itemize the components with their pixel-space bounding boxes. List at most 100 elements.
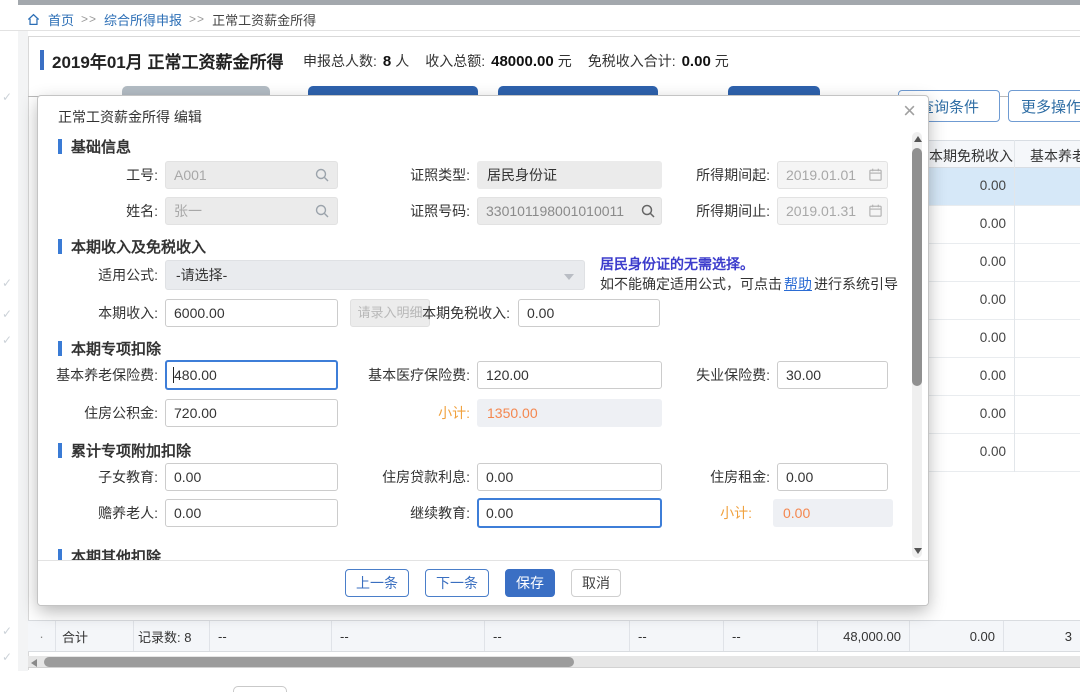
help-link[interactable]: 帮助 <box>784 276 812 292</box>
table-row[interactable]: 0.00 <box>928 168 1080 206</box>
prev-record-button[interactable]: 上一条 <box>345 569 409 597</box>
side-tick: ✓ <box>2 307 12 321</box>
loan-interest-field[interactable] <box>477 463 662 491</box>
scroll-down-arrow-icon[interactable] <box>914 548 922 554</box>
title-accent-bar <box>40 50 44 70</box>
cont-edu-field[interactable] <box>477 498 662 528</box>
pension-field[interactable] <box>165 360 338 390</box>
housing-fund-field[interactable] <box>165 399 338 427</box>
section-additional-deductions: 累计专项附加扣除 <box>58 440 191 461</box>
totals-cell: -- <box>485 621 630 651</box>
child-edu-field[interactable] <box>165 463 338 491</box>
side-tick: ✓ <box>2 276 12 290</box>
table-row[interactable]: 0.00 <box>928 396 1080 434</box>
column-header-pension: 基本养老保 <box>1030 146 1080 166</box>
emp-no-label: 工号: <box>48 160 158 190</box>
stat-label: 免税收入合计: <box>588 51 676 71</box>
rent-field[interactable] <box>777 463 888 491</box>
totals-cell-income-total: 48,000.00 <box>818 621 910 651</box>
page-title: 2019年01月 正常工资薪金所得 <box>52 48 283 73</box>
search-icon[interactable] <box>314 203 330 219</box>
medical-field[interactable] <box>477 361 662 389</box>
text-cursor <box>173 367 174 383</box>
subtotal-label: 小计: <box>692 498 752 528</box>
id-type-value: 居民身份证 <box>477 161 662 189</box>
table-row[interactable]: 0.00 <box>928 206 1080 244</box>
income-field[interactable] <box>165 299 338 327</box>
tab-hidden[interactable] <box>728 86 820 96</box>
elderly-field[interactable] <box>165 499 338 527</box>
table-row[interactable]: 0.00 <box>928 320 1080 358</box>
dialog-title: 正常工资薪金所得 编辑 <box>58 107 202 127</box>
scroll-up-arrow-icon[interactable] <box>914 136 922 142</box>
table-row[interactable]: 0.00 <box>928 358 1080 396</box>
table-row[interactable]: 0.00 <box>928 282 1080 320</box>
left-strip <box>18 31 28 671</box>
close-icon[interactable]: × <box>903 100 916 122</box>
id-type-label: 证照类型: <box>360 160 470 190</box>
stat-unit: 人 <box>395 51 409 71</box>
modal-scrollbar-thumb[interactable] <box>912 148 922 386</box>
breadcrumb-level2[interactable]: 综合所得申报 <box>104 10 182 29</box>
formula-select[interactable]: -请选择- <box>165 260 585 290</box>
tab-hidden[interactable] <box>122 86 270 96</box>
breadcrumb-current: 正常工资薪金所得 <box>212 10 316 29</box>
breadcrumb-divider <box>0 30 1080 31</box>
dialog-footer: 上一条 下一条 保存 取消 <box>38 560 928 605</box>
chevron-down-icon <box>564 274 574 280</box>
table-row[interactable]: 0.00 <box>928 434 1080 472</box>
top-grey-bar <box>18 0 1080 5</box>
section-accent-bar <box>58 139 62 154</box>
deduction-subtotal-value: 1350.00 <box>477 399 662 427</box>
totals-cell-taxfree-total: 0.00 <box>910 621 1004 651</box>
save-button[interactable]: 保存 <box>505 569 555 597</box>
table-row[interactable]: 0.00 <box>928 244 1080 282</box>
income-label: 本期收入: <box>48 298 158 328</box>
search-icon[interactable] <box>640 203 656 219</box>
horizontal-scrollbar-thumb[interactable] <box>44 657 574 667</box>
breadcrumb-home[interactable]: 首页 <box>48 10 74 29</box>
housing-fund-label: 住房公积金: <box>48 398 158 428</box>
table-header: 本期免税收入 基本养老保 <box>928 140 1080 168</box>
additional-subtotal-value: 0.00 <box>773 499 893 527</box>
totals-cell: -- <box>210 621 332 651</box>
side-tick: ✓ <box>2 624 12 638</box>
emp-no-field[interactable] <box>165 161 338 189</box>
search-icon[interactable] <box>314 167 330 183</box>
unemployment-field[interactable] <box>777 361 888 389</box>
id-no-field[interactable] <box>477 197 662 225</box>
calendar-icon[interactable] <box>868 167 884 183</box>
pagination-button-partial[interactable] <box>233 686 287 692</box>
stat-unit: 元 <box>715 51 729 71</box>
side-tick: ✓ <box>2 650 12 664</box>
child-edu-label: 子女教育: <box>48 462 158 492</box>
formula-hint-line1: 居民身份证的无需选择。 <box>600 254 754 274</box>
scroll-left-arrow-icon[interactable] <box>31 659 37 667</box>
formula-hint-line2: 如不能确定适用公式，可点击帮助进行系统引导 <box>600 274 898 294</box>
more-actions-button[interactable]: 更多操作 <box>1008 90 1080 122</box>
home-icon[interactable] <box>26 12 41 27</box>
period-start-label: 所得期间起: <box>663 160 770 190</box>
calendar-icon[interactable] <box>868 203 884 219</box>
totals-cell-partial: 3 <box>1004 621 1080 651</box>
next-record-button[interactable]: 下一条 <box>425 569 489 597</box>
name-field[interactable] <box>165 197 338 225</box>
section-deductions: 本期专项扣除 <box>58 338 161 359</box>
section-accent-bar <box>58 341 62 356</box>
breadcrumb-separator: >> <box>81 12 97 26</box>
tax-free-field[interactable] <box>518 299 660 327</box>
column-header-tax-free-income: 本期免税收入 <box>928 146 1014 166</box>
medical-label: 基本医疗保险费: <box>352 360 470 390</box>
name-label: 姓名: <box>48 196 158 226</box>
tab-hidden[interactable] <box>308 86 478 96</box>
section-accent-bar <box>58 239 62 254</box>
section-income: 本期收入及免税收入 <box>58 236 206 257</box>
rent-label: 住房租金: <box>670 462 770 492</box>
tab-hidden[interactable] <box>498 86 658 96</box>
cancel-button[interactable]: 取消 <box>571 569 621 597</box>
table-totals-row: · 合计 记录数: 8 -- -- -- -- -- 48,000.00 0.0… <box>28 620 1080 652</box>
period-end-label: 所得期间止: <box>663 196 770 226</box>
edit-dialog: 正常工资薪金所得 编辑 × 基础信息 工号: 证照类型: 居民身份证 所得期间起… <box>38 96 928 605</box>
totals-cell: · <box>28 621 56 651</box>
side-tick: ✓ <box>2 333 12 347</box>
